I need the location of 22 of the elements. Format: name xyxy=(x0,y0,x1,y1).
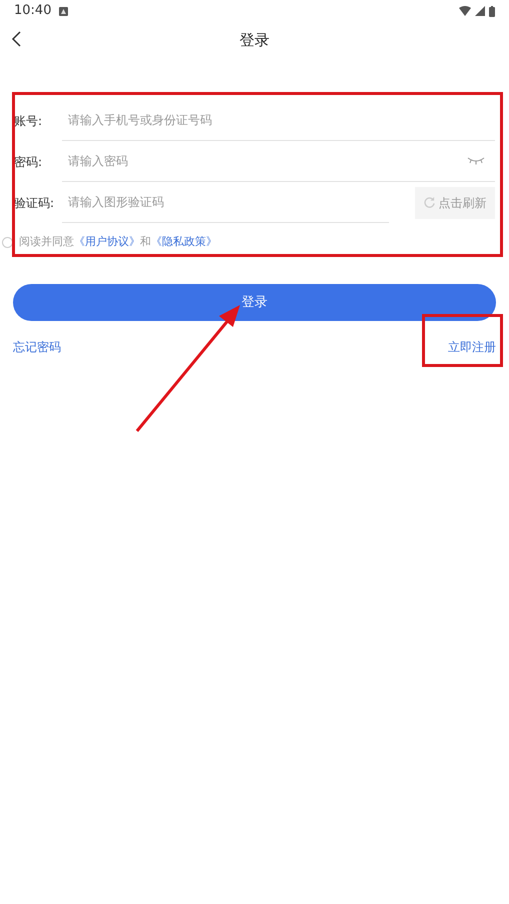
user-agreement-link[interactable]: 《用户协议》 xyxy=(74,234,140,248)
eye-closed-icon[interactable] xyxy=(467,157,485,165)
password-field[interactable]: 请输入密码 xyxy=(62,141,467,181)
agreement-text: 阅读并同意《用户协议》和《隐私政策》 xyxy=(19,234,217,250)
agree-radio[interactable] xyxy=(2,236,13,248)
login-button[interactable]: 登录 xyxy=(13,284,496,321)
field-label: 验证码: xyxy=(14,194,56,212)
page-title: 登录 xyxy=(240,30,270,51)
wifi-icon xyxy=(459,6,471,16)
privacy-policy-link[interactable]: 《隐私政策》 xyxy=(151,234,217,248)
status-time: 10:40 xyxy=(14,2,52,20)
battery-icon xyxy=(489,6,495,16)
refresh-captcha-button[interactable]: 点击刷新 xyxy=(415,186,495,218)
register-link[interactable]: 立即注册 xyxy=(448,338,496,356)
refresh-icon xyxy=(424,197,434,208)
signal-icon xyxy=(475,6,485,16)
field-label: 账号: xyxy=(14,112,44,130)
notification-icon xyxy=(59,6,68,16)
account-field[interactable]: 请输入手机号或身份证号码 xyxy=(62,100,495,140)
field-label: 密码: xyxy=(14,154,44,170)
forgot-password-link[interactable]: 忘记密码 xyxy=(13,338,61,356)
captcha-field[interactable]: 请输入图形验证码 xyxy=(62,182,389,222)
